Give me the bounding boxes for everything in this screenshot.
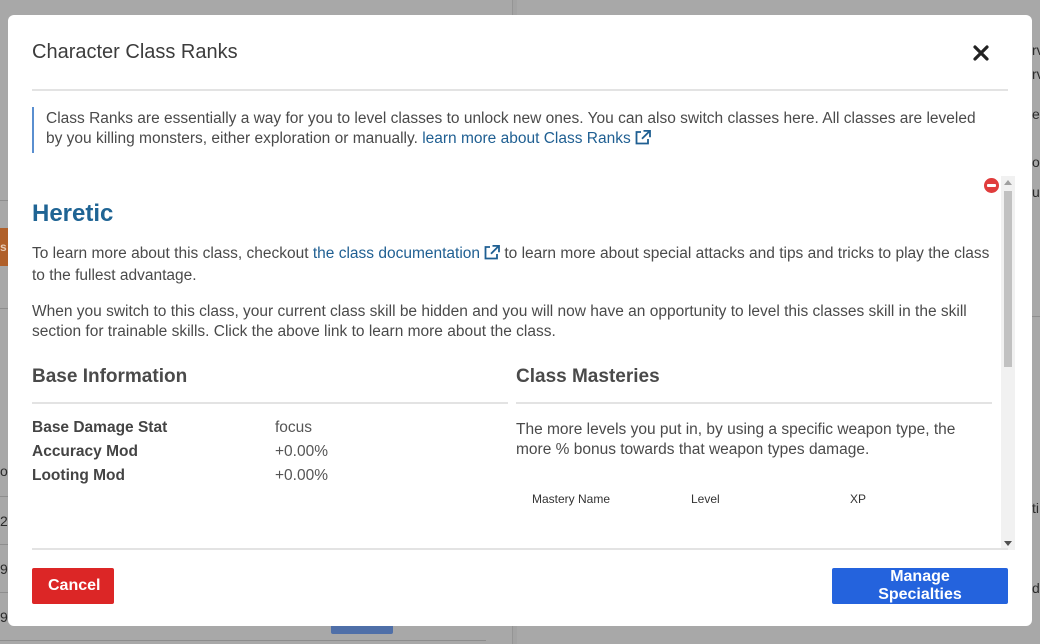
base-information-title: Base Information: [32, 366, 508, 404]
modal-footer: Cancel Manage Specialties: [32, 548, 1008, 628]
bg-text: ti: [1032, 500, 1039, 516]
bg-text: un: [1032, 184, 1040, 200]
stat-row: Accuracy Mod +0.00%: [32, 440, 508, 464]
class-doc-text: To learn more about this class, checkout…: [32, 244, 990, 284]
stat-label: Looting Mod: [32, 467, 125, 484]
bg-text: o: [1032, 154, 1040, 170]
class-info-columns: Base Information Base Damage Stat focus …: [32, 366, 993, 506]
bg-text: d: [1032, 580, 1040, 596]
class-switch-text: When you switch to this class, your curr…: [32, 303, 967, 340]
column-header-xp[interactable]: XP: [850, 492, 866, 506]
class-details: Heretic To learn more about this class, …: [32, 200, 993, 506]
masteries-table-header: Mastery Name Level XP: [516, 492, 992, 506]
modal-header: Character Class Ranks: [32, 15, 1008, 91]
class-masteries-title: Class Masteries: [516, 366, 992, 404]
scroll-down-arrow-icon[interactable]: [1004, 541, 1012, 546]
scroll-up-arrow-icon[interactable]: [1004, 180, 1012, 185]
close-icon[interactable]: [970, 42, 992, 64]
scrollbar[interactable]: [1001, 176, 1015, 550]
stat-value: focus: [275, 419, 313, 436]
class-masteries-description: The more levels you put in, by using a s…: [516, 421, 956, 458]
class-ranks-modal: Character Class Ranks Class Ranks are es…: [8, 15, 1032, 626]
bg-text: e: [1032, 106, 1040, 122]
scrollbar-thumb[interactable]: [1004, 191, 1012, 367]
external-link-icon: [484, 244, 500, 266]
modal-title: Character Class Ranks: [32, 41, 238, 63]
stat-label: Base Damage Stat: [32, 419, 168, 436]
stat-label: Accuracy Mod: [32, 443, 138, 460]
class-ranks-help-link[interactable]: learn more about Class Ranks: [422, 129, 651, 147]
stat-row: Looting Mod +0.00%: [32, 464, 508, 488]
stat-value: +0.00%: [275, 467, 329, 484]
info-alert: Class Ranks are essentially a way for yo…: [32, 107, 1008, 153]
column-header-level[interactable]: Level: [691, 492, 850, 506]
bg-orange-button: s: [0, 228, 8, 266]
stat-row: Base Damage Stat focus: [32, 416, 508, 440]
class-details-scroll[interactable]: Heretic To learn more about this class, …: [32, 162, 1007, 548]
base-information-table: Base Damage Stat focus Accuracy Mod +0.0…: [32, 416, 508, 488]
column-header-mastery-name[interactable]: Mastery Name: [532, 492, 691, 506]
base-information-section: Base Information Base Damage Stat focus …: [32, 366, 508, 506]
class-masteries-section: Class Masteries The more levels you put …: [516, 366, 992, 506]
external-link-icon: [635, 129, 651, 151]
class-documentation-link[interactable]: the class documentation: [313, 244, 500, 262]
bg-text: rv: [1032, 42, 1040, 58]
cancel-button[interactable]: Cancel: [32, 568, 114, 604]
bg-text: o: [0, 463, 8, 479]
stat-value: +0.00%: [275, 443, 329, 460]
manage-specialties-button[interactable]: Manage Specialties: [832, 568, 1008, 604]
bg-divider: [0, 640, 486, 641]
bg-text: rv: [1032, 66, 1040, 82]
class-name: Heretic: [32, 200, 114, 227]
